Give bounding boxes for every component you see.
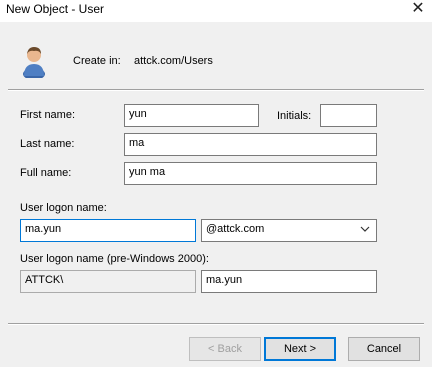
create-in-path: attck.com/Users xyxy=(134,55,213,67)
logon-name-field[interactable]: ma.yun xyxy=(20,219,196,242)
create-in-label: Create in: xyxy=(73,55,121,67)
first-name-field[interactable]: yun xyxy=(124,104,259,127)
last-name-field[interactable]: ma xyxy=(124,133,377,156)
pre2000-domain-field: ATTCK\ xyxy=(20,270,196,293)
next-button[interactable]: Next > xyxy=(264,337,336,361)
first-name-label: First name: xyxy=(20,109,76,121)
last-name-label: Last name: xyxy=(20,138,75,150)
close-icon[interactable]: ✕ xyxy=(408,0,428,19)
domain-suffix-value: @attck.com xyxy=(206,223,265,235)
initials-field[interactable] xyxy=(320,104,377,127)
footer-divider xyxy=(8,323,424,325)
window-title: New Object - User xyxy=(6,2,105,16)
initials-label: Initials: xyxy=(277,110,312,122)
logon-name-label: User logon name: xyxy=(20,202,107,214)
back-button[interactable]: < Back xyxy=(189,337,261,361)
pre2000-name-field[interactable]: ma.yun xyxy=(201,270,377,293)
header-divider xyxy=(8,89,424,91)
pre2000-label: User logon name (pre-Windows 2000): xyxy=(20,253,209,265)
domain-suffix-select[interactable]: @attck.com xyxy=(201,219,377,242)
cancel-button[interactable]: Cancel xyxy=(348,337,420,361)
chevron-down-icon xyxy=(360,224,370,234)
user-icon xyxy=(18,44,50,80)
full-name-label: Full name: xyxy=(20,167,72,179)
full-name-field[interactable]: yun ma xyxy=(124,162,377,185)
